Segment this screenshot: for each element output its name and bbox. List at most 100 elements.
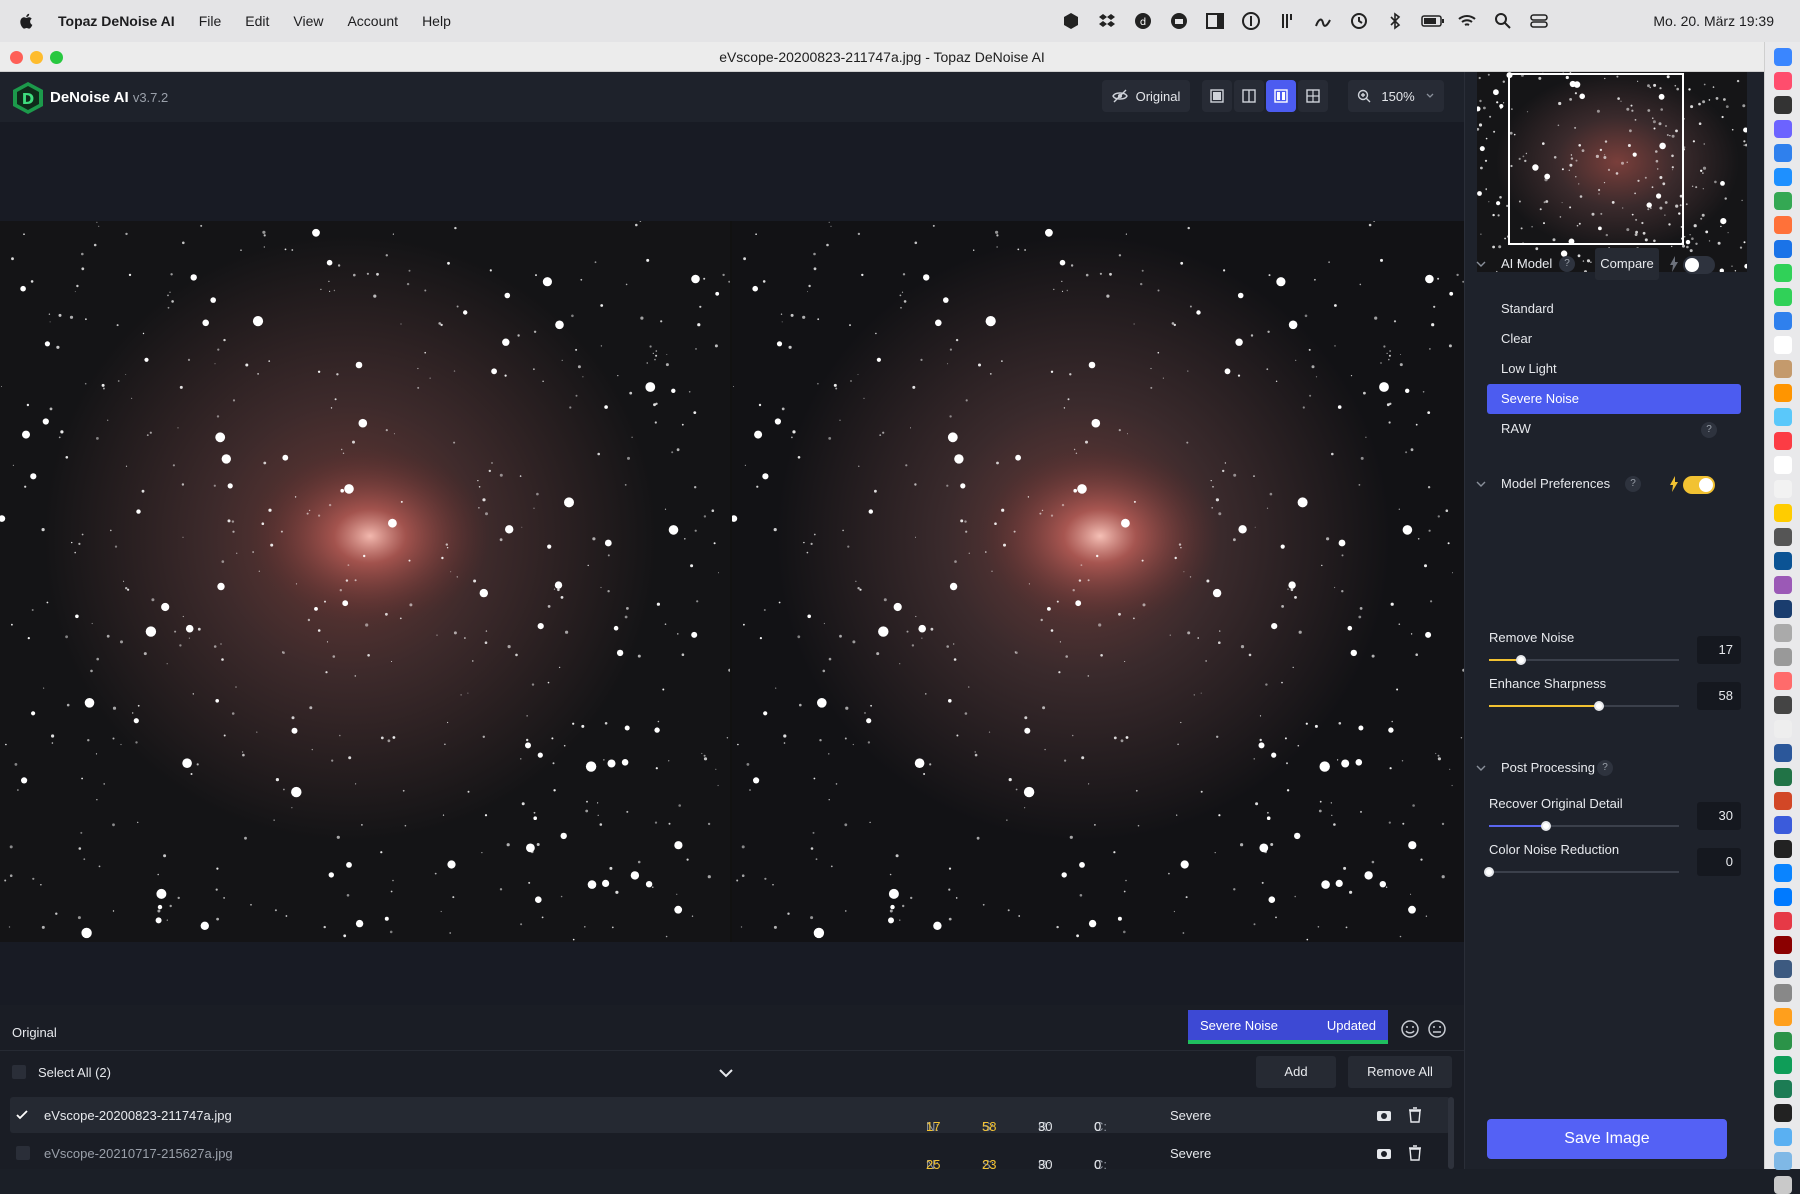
robot-icon[interactable]: [1169, 11, 1190, 31]
calendar-icon[interactable]: [1773, 456, 1792, 474]
cloud-icon[interactable]: [1773, 864, 1792, 882]
auto-prefs-toggle[interactable]: [1683, 476, 1715, 494]
menu-view[interactable]: View: [293, 13, 323, 29]
bluetooth-icon[interactable]: [1385, 11, 1406, 31]
image-capture-icon[interactable]: [1773, 648, 1792, 666]
mail-icon[interactable]: [1773, 312, 1792, 330]
photos-icon[interactable]: [1773, 408, 1792, 426]
password-icon[interactable]: [1241, 11, 1262, 31]
processed-preview-image[interactable]: [732, 221, 1464, 942]
sharpen-icon[interactable]: [1773, 1056, 1792, 1074]
affinity-icon[interactable]: [1773, 576, 1792, 594]
original-preview-image[interactable]: [0, 221, 730, 942]
messages-icon[interactable]: [1773, 288, 1792, 306]
model-low-light[interactable]: Low Light: [1487, 354, 1741, 384]
onepassword-icon[interactable]: [1773, 144, 1792, 162]
dropbox-icon[interactable]: [1097, 11, 1118, 31]
remove-noise-slider[interactable]: Remove Noise: [1489, 630, 1679, 670]
slider-knob[interactable]: [1484, 867, 1494, 877]
side-by-side-view-button[interactable]: [1266, 80, 1296, 112]
split-view-button[interactable]: [1234, 80, 1264, 112]
zoom-dropdown[interactable]: 150%: [1348, 80, 1444, 112]
preview-icon[interactable]: [1773, 624, 1792, 642]
signature-icon[interactable]: [1313, 11, 1334, 31]
mission-control-icon[interactable]: [1773, 96, 1792, 114]
help-icon[interactable]: ?: [1559, 256, 1575, 272]
firefox-dev-icon[interactable]: [1773, 1008, 1792, 1026]
camera-icon[interactable]: [1376, 1108, 1392, 1122]
github-icon[interactable]: [1773, 840, 1792, 858]
spotlight-search-icon[interactable]: [1493, 11, 1514, 31]
reminders-icon[interactable]: [1773, 480, 1792, 498]
trash-icon[interactable]: [1408, 1107, 1422, 1123]
ipod-icon[interactable]: [1773, 696, 1792, 714]
collapse-chevron-icon[interactable]: [718, 1065, 734, 1081]
model-standard[interactable]: Standard: [1487, 294, 1741, 324]
preview-workspace[interactable]: [0, 122, 1464, 1005]
select-all-checkbox[interactable]: [12, 1065, 26, 1079]
model-clear[interactable]: Clear: [1487, 324, 1741, 354]
lightroom-icon[interactable]: [1773, 600, 1792, 618]
menu-file[interactable]: File: [199, 13, 222, 29]
file-row[interactable]: eVscope-20200823-211747a.jpg N: 17 S: 58…: [10, 1097, 1450, 1134]
color-picker-icon[interactable]: [1773, 672, 1792, 690]
close-window-button[interactable]: [10, 51, 23, 64]
remove-all-button[interactable]: Remove All: [1348, 1056, 1452, 1088]
documents-folder-icon[interactable]: [1773, 1152, 1792, 1170]
sketch-icon[interactable]: [1773, 504, 1792, 522]
smile-feedback-icon[interactable]: [1400, 1019, 1420, 1039]
music-icon[interactable]: [1773, 432, 1792, 450]
app-grid-icon[interactable]: [1773, 120, 1792, 138]
help-icon[interactable]: ?: [1597, 760, 1613, 776]
chevron-down-icon[interactable]: [1475, 258, 1487, 270]
file-row[interactable]: eVscope-20210717-215627a.jpg N: 25 S: 23…: [10, 1135, 1450, 1172]
auto-model-toggle[interactable]: [1683, 256, 1715, 274]
battery-icon[interactable]: [1421, 11, 1444, 31]
check-icon[interactable]: [16, 1109, 28, 1121]
downloads-folder-icon[interactable]: [1773, 1128, 1792, 1146]
slider-knob[interactable]: [1594, 701, 1605, 711]
denoise-dock-icon[interactable]: [1773, 1080, 1792, 1098]
color-noise-value[interactable]: 0: [1697, 848, 1741, 876]
zoom-window-button[interactable]: [50, 51, 63, 64]
terminal-icon[interactable]: [1773, 1104, 1792, 1122]
windows-icon[interactable]: [1773, 1032, 1792, 1050]
calculator-icon[interactable]: [1773, 528, 1792, 546]
fork-icon[interactable]: [1277, 11, 1298, 31]
time-machine-icon[interactable]: [1349, 11, 1370, 31]
contacts-icon[interactable]: [1773, 360, 1792, 378]
sidebar-icon[interactable]: [1205, 11, 1226, 31]
pycharm-icon[interactable]: [1773, 552, 1792, 570]
neutral-feedback-icon[interactable]: [1427, 1019, 1447, 1039]
books-icon[interactable]: [1773, 384, 1792, 402]
help-icon[interactable]: ?: [1625, 476, 1641, 492]
firefox-icon[interactable]: [1773, 216, 1792, 234]
camera-icon[interactable]: [1376, 1146, 1392, 1160]
enhance-sharpness-value[interactable]: 58: [1697, 682, 1741, 710]
excel-icon[interactable]: [1773, 768, 1792, 786]
wifi-icon[interactable]: [1457, 11, 1478, 31]
menu-account[interactable]: Account: [347, 13, 398, 29]
textedit-icon[interactable]: [1773, 720, 1792, 738]
recover-detail-value[interactable]: 30: [1697, 802, 1741, 830]
app-store-icon[interactable]: [1773, 168, 1792, 186]
facetime-icon[interactable]: [1773, 264, 1792, 282]
minimize-window-button[interactable]: [30, 51, 43, 64]
color-noise-slider[interactable]: Color Noise Reduction: [1484, 842, 1679, 882]
save-image-button[interactable]: Save Image: [1487, 1119, 1727, 1159]
grid-view-button[interactable]: [1298, 80, 1328, 112]
red-app-icon[interactable]: [1773, 936, 1792, 954]
safari-icon[interactable]: [1773, 240, 1792, 258]
bbedit-icon[interactable]: [1773, 816, 1792, 834]
trash-icon[interactable]: [1773, 1176, 1792, 1194]
menu-edit[interactable]: Edit: [245, 13, 269, 29]
raw-help-icon[interactable]: ?: [1701, 422, 1717, 438]
menu-app-name[interactable]: Topaz DeNoise AI: [58, 13, 175, 29]
original-toggle-button[interactable]: Original: [1102, 80, 1190, 112]
notes-icon[interactable]: [1773, 336, 1792, 354]
model-status-badge[interactable]: Severe Noise Updated: [1188, 1010, 1388, 1044]
chevron-down-icon[interactable]: [1475, 478, 1487, 490]
launchpad-icon[interactable]: [1773, 72, 1792, 90]
recover-detail-slider[interactable]: Recover Original Detail: [1489, 796, 1679, 836]
topaz-icon[interactable]: [1773, 984, 1792, 1002]
